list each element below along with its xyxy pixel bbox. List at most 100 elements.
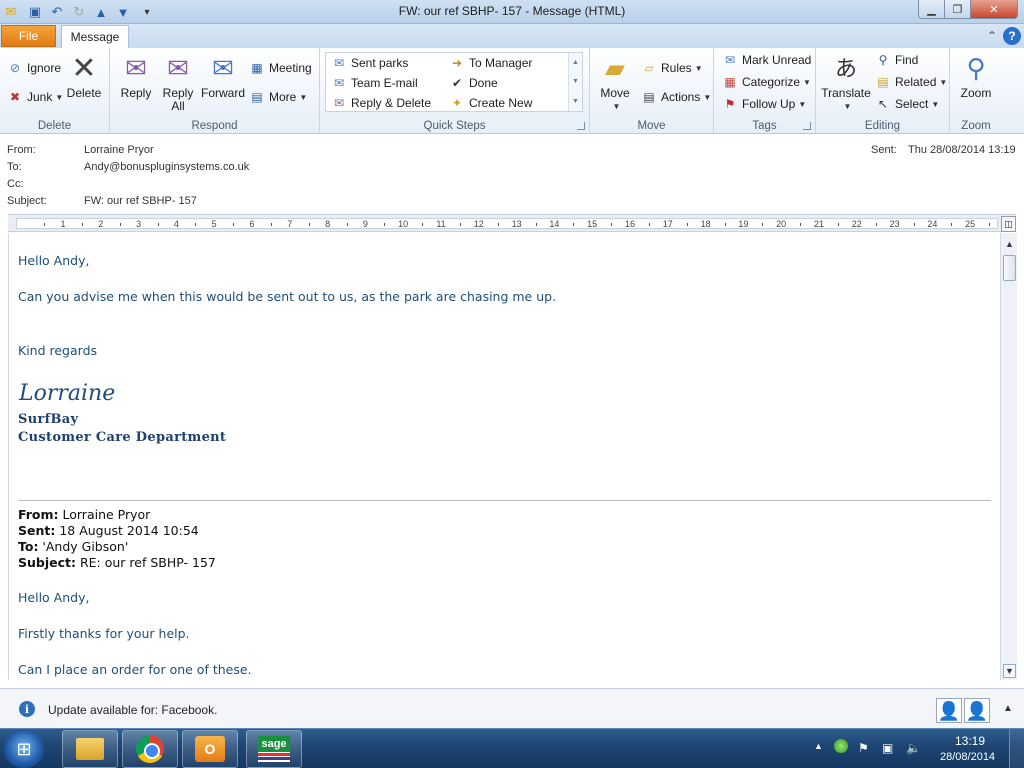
reply-icon: ✉ [125, 52, 147, 83]
close-button[interactable]: ✕ [970, 0, 1018, 19]
follow-up-flag-icon: ⚑ [724, 97, 736, 111]
zoom-button[interactable]: ⚲ Zoom [958, 51, 994, 100]
ruler-tick [270, 223, 272, 226]
fw-body-line: Firstly thanks for your help. [18, 626, 190, 641]
rules-button[interactable]: ▱ Rules ▼ [640, 58, 702, 78]
gallery-expand-icon[interactable]: ▼ [572, 98, 579, 105]
ruler-tick [837, 223, 839, 226]
quick-step-label: Reply & Delete [351, 96, 432, 110]
message-body[interactable]: Hello Andy, Can you advise me when this … [8, 233, 1000, 680]
ruler-tick [535, 223, 537, 226]
ruler-number: 4 [173, 219, 179, 229]
tags-launcher-icon[interactable] [803, 122, 811, 130]
ruler-tick [384, 223, 386, 226]
quick-step-create-new[interactable]: ✦ Create New [448, 93, 532, 113]
ruler-tick [686, 223, 688, 226]
delete-group: ⊘ Ignore ✖ Junk ▼ ✕ Delete Delete [0, 48, 110, 134]
move-button[interactable]: ▰ Move ▼ [598, 51, 632, 113]
regards: Kind regards [18, 343, 98, 358]
window-title: FW: our ref SBHP- 157 - Message (HTML) [398, 4, 626, 18]
quick-step-team-email[interactable]: ✉ Team E-mail [330, 73, 418, 93]
ruler-number: 3 [136, 219, 142, 229]
zoom-group: ⚲ Zoom Zoom [950, 48, 1002, 134]
ignore-button[interactable]: ⊘ Ignore [6, 58, 61, 78]
reply-all-button[interactable]: ✉ Reply All [160, 51, 196, 113]
folder-icon [76, 738, 104, 760]
ruler-number: 7 [287, 219, 293, 229]
outlook-taskbar-button[interactable]: O [182, 730, 238, 768]
move-group-label: Move [637, 120, 666, 132]
expand-people-pane-icon[interactable]: ▲ [1003, 703, 1013, 714]
signature-department: Customer Care Department [18, 430, 227, 445]
sage-taskbar-button[interactable]: sage [246, 730, 302, 768]
select-button[interactable]: ↖ Select ▼ [874, 94, 939, 114]
scroll-down-icon[interactable]: ▼ [572, 78, 579, 85]
quick-step-sent-parks[interactable]: ✉ Sent parks [330, 53, 408, 73]
maximize-button[interactable]: ❐ [944, 0, 971, 19]
quick-step-reply-delete[interactable]: ✉ Reply & Delete [330, 93, 431, 113]
ruler-tick [989, 223, 991, 226]
explorer-taskbar-button[interactable] [62, 730, 118, 768]
create-new-icon: ✦ [451, 96, 463, 110]
action-center-flag-icon[interactable]: ⚑ [858, 741, 869, 755]
fw-body-line: Can I place an order for one of these. [18, 662, 252, 677]
signature-company: SurfBay [18, 412, 79, 427]
show-hidden-icons-icon[interactable]: ▲ [814, 741, 823, 751]
subject-label: Subject: [7, 195, 47, 207]
status-green-icon[interactable] [834, 739, 848, 753]
follow-up-button[interactable]: ⚑ Follow Up ▼ [721, 94, 807, 114]
meeting-button[interactable]: ▦ Meeting [248, 58, 312, 78]
translate-button[interactable]: あ Translate ▼ [821, 51, 871, 113]
ruler-tick [195, 223, 197, 226]
network-icon[interactable]: ▣ [882, 741, 893, 755]
chrome-icon [136, 735, 164, 763]
clock-date[interactable]: 28/08/2014 [940, 751, 995, 763]
from-value[interactable]: Lorraine Pryor [84, 144, 154, 156]
person-icon[interactable]: 👤 [964, 698, 990, 723]
find-button[interactable]: ⚲ Find [874, 50, 919, 70]
forward-button[interactable]: ✉ Forward [200, 51, 246, 100]
tab-message[interactable]: Message [61, 25, 129, 48]
junk-button[interactable]: ✖ Junk ▼ [6, 87, 63, 107]
ruler-toggle-icon[interactable]: ◫ [1001, 216, 1016, 232]
categorize-button[interactable]: ▦ Categorize ▼ [721, 72, 811, 92]
related-button[interactable]: ▤ Related ▼ [874, 72, 947, 92]
people-pane-bar: i Update available for: Facebook. 👤 👤 ▲ [0, 688, 1024, 728]
vertical-scrollbar[interactable]: ▲ ▼ [1000, 233, 1017, 680]
person-icon[interactable]: 👤 [936, 698, 962, 723]
ruler-tick [308, 223, 310, 226]
start-button[interactable]: ⊞ [4, 730, 44, 768]
reply-all-icon: ✉ [167, 52, 189, 83]
ruler-number: 21 [813, 219, 825, 229]
to-value[interactable]: Andy@bonuspluginsystems.co.uk [84, 161, 249, 173]
scrollbar-thumb[interactable] [1003, 255, 1016, 281]
done-check-icon: ✔ [451, 76, 463, 90]
tab-file[interactable]: File [1, 25, 56, 47]
quick-step-to-manager[interactable]: ➜ To Manager [448, 53, 532, 73]
volume-icon[interactable]: 🔈 [906, 741, 921, 755]
scroll-down-arrow-icon[interactable]: ▼ [1003, 664, 1016, 678]
quick-steps-scroll[interactable]: ▲ ▼ ▼ [568, 53, 582, 111]
ruler-number: 11 [436, 219, 446, 229]
scroll-up-arrow-icon[interactable]: ▲ [1003, 237, 1016, 251]
ruler-number: 18 [700, 219, 711, 229]
quick-steps-launcher-icon[interactable] [577, 122, 585, 130]
junk-icon: ✖ [9, 90, 21, 104]
update-notification[interactable]: Update available for: Facebook. [48, 703, 217, 717]
scroll-up-icon[interactable]: ▲ [572, 59, 579, 66]
actions-button[interactable]: ▤ Actions ▼ [640, 87, 711, 107]
ruler-tick [233, 223, 235, 226]
quick-step-done[interactable]: ✔ Done [448, 73, 498, 93]
minimize-button[interactable]: ▁ [918, 0, 945, 19]
more-respond-button[interactable]: ▤ More ▼ [248, 87, 307, 107]
reply-button[interactable]: ✉ Reply [118, 51, 154, 100]
chrome-taskbar-button[interactable] [122, 730, 178, 768]
meeting-label: Meeting [269, 61, 312, 75]
delete-button[interactable]: ✕ Delete [66, 51, 102, 100]
minimize-ribbon-icon[interactable]: ⌃ [983, 27, 1001, 45]
team-email-icon: ✉ [333, 76, 345, 90]
mark-unread-button[interactable]: ✉ Mark Unread [721, 50, 811, 70]
clock-time[interactable]: 13:19 [955, 734, 985, 748]
help-icon[interactable]: ? [1003, 27, 1021, 45]
show-desktop-button[interactable] [1009, 729, 1024, 768]
